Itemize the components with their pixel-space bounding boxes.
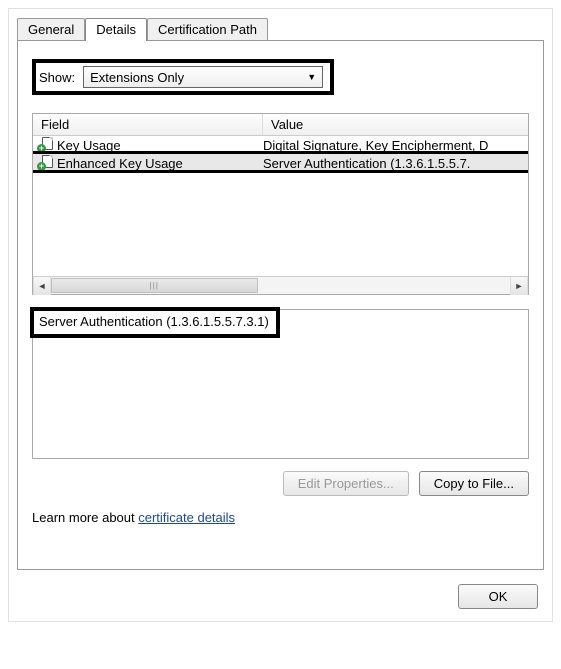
row-value: Digital Signature, Key Encipherment, D [263,138,528,153]
tab-strip: General Details Certification Path [17,18,544,41]
row-field: Enhanced Key Usage [57,156,183,171]
show-filter-highlight: Show: Extensions Only ▼ [32,59,334,95]
tab-details[interactable]: Details [85,18,147,41]
show-label: Show: [39,70,75,85]
certificate-details-link[interactable]: certificate details [138,510,235,525]
action-buttons-row: Edit Properties... Copy to File... [32,471,529,496]
scroll-left-button[interactable]: ◄ [33,277,51,295]
horizontal-scrollbar[interactable]: ◄ ||| ► [33,276,528,294]
dropdown-arrow-icon: ▼ [307,72,316,82]
column-header-field[interactable]: Field [33,114,263,135]
column-header-value[interactable]: Value [263,114,528,135]
extension-detail-textbox[interactable]: Server Authentication (1.3.6.1.5.5.7.3.1… [32,309,529,459]
listview-body: + Key Usage Digital Signature, Key Encip… [33,136,528,276]
extension-icon: + [37,155,53,171]
extension-icon: + [37,137,53,153]
tab-general[interactable]: General [17,18,85,41]
extension-detail-text: Server Authentication (1.3.6.1.5.5.7.3.1… [39,314,269,329]
tab-certification-path[interactable]: Certification Path [147,18,268,41]
row-value: Server Authentication (1.3.6.1.5.5.7. [263,156,528,171]
certificate-dialog: General Details Certification Path Show:… [8,8,553,622]
tab-details-body: Show: Extensions Only ▼ Field Value + Ke… [17,40,544,570]
edit-properties-button: Edit Properties... [283,471,409,496]
copy-to-file-button[interactable]: Copy to File... [419,471,529,496]
show-dropdown[interactable]: Extensions Only ▼ [83,66,323,88]
scroll-thumb[interactable]: ||| [51,278,258,293]
scroll-right-button[interactable]: ► [510,277,528,295]
row-field: Key Usage [57,138,121,153]
dialog-footer: OK [17,570,544,609]
learn-more-prefix: Learn more about [32,510,138,525]
show-dropdown-value: Extensions Only [90,70,184,85]
list-row-key-usage[interactable]: + Key Usage Digital Signature, Key Encip… [33,136,528,154]
list-row-enhanced-key-usage[interactable]: + Enhanced Key Usage Server Authenticati… [33,154,528,172]
extensions-listview: Field Value + Key Usage Digital Signatur… [32,113,529,295]
scroll-track[interactable]: ||| [51,277,510,294]
ok-button[interactable]: OK [458,584,538,609]
listview-header: Field Value [33,114,528,136]
learn-more-link-row: Learn more about certificate details [32,510,529,525]
